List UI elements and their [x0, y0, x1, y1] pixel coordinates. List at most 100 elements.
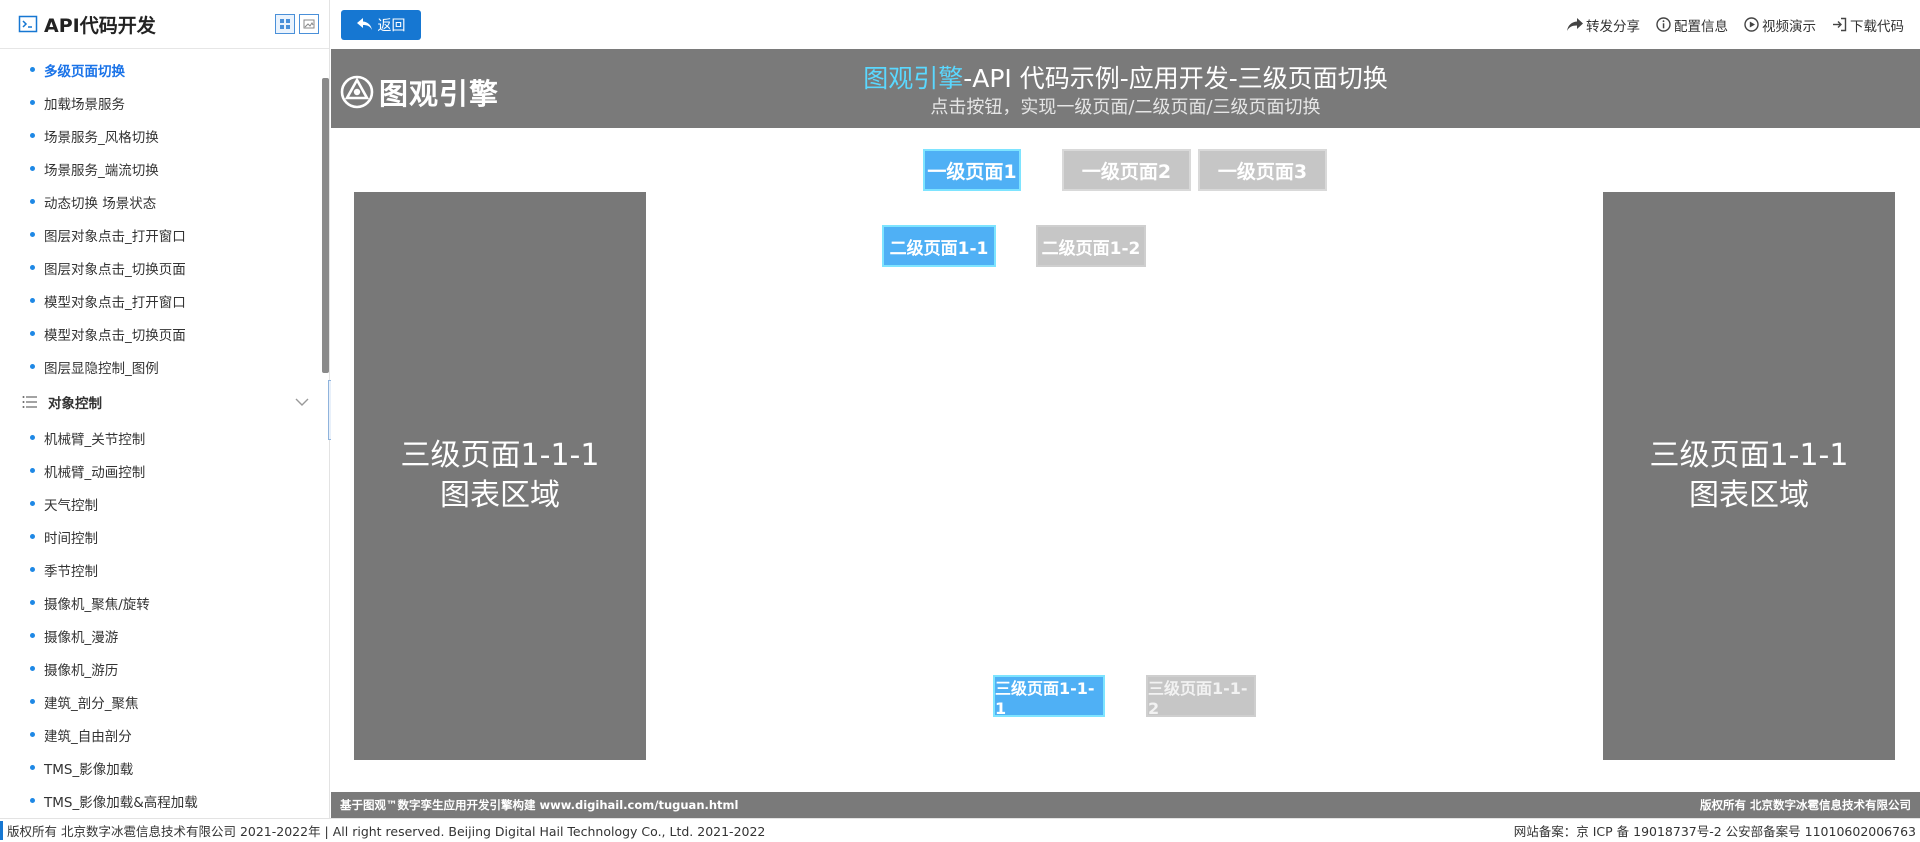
sidebar-list: 多级页面切换 加载场景服务 场景服务_风格切换 场景服务_端流切换 动态切换 场… — [0, 49, 329, 817]
sidebar-item[interactable]: 加载场景服务 — [0, 86, 329, 119]
back-arrow-icon — [356, 18, 372, 30]
sidebar: API代码开发 多级页面切换 加载场景服务 场景服务_风格切换 场景服务_端流切… — [0, 0, 330, 818]
sidebar-item[interactable]: 摄像机_聚焦/旋转 — [0, 586, 329, 619]
sidebar-item[interactable]: 图层对象点击_切换页面 — [0, 251, 329, 284]
sidebar-item[interactable]: 机械臂_关节控制 — [0, 421, 329, 454]
sidebar-group-object-control[interactable]: 对象控制 — [0, 383, 329, 421]
sidebar-item-label: 动态切换 场景状态 — [44, 195, 157, 212]
bullet-icon — [30, 468, 35, 473]
share-icon — [1567, 17, 1583, 31]
download-code-link-label: 下载代码 — [1850, 18, 1904, 35]
bullet-icon — [30, 666, 35, 671]
sidebar-item-label: 季节控制 — [44, 563, 98, 580]
sidebar-item[interactable]: 机械臂_动画控制 — [0, 454, 329, 487]
bullet-icon — [30, 331, 35, 336]
sidebar-group-label: 对象控制 — [48, 396, 102, 412]
demo-subtitle: 点击按钮，实现一级页面/二级页面/三级页面切换 — [930, 97, 1321, 118]
sidebar-item[interactable]: 天气控制 — [0, 487, 329, 520]
share-link[interactable]: 转发分享 — [1567, 15, 1640, 35]
sidebar-item-label: 建筑_剖分_聚焦 — [44, 695, 139, 712]
sidebar-item[interactable]: 季节控制 — [0, 553, 329, 586]
back-button[interactable]: 返回 — [341, 9, 421, 40]
icp-record-text: 网站备案：京 ICP 备 19018737号-2 公安部备案号 11010602… — [1513, 824, 1916, 839]
sidebar-item[interactable]: TMS_影像加载 — [0, 751, 329, 784]
config-info-link[interactable]: 配置信息 — [1656, 15, 1728, 35]
demo-footer-right: 版权所有 北京数字冰雹信息技术有限公司 — [1699, 798, 1911, 812]
level2-page1-2-button[interactable]: 二级页面1-2 — [1036, 225, 1146, 267]
sidebar-item-label: 建筑_自由剖分 — [44, 728, 132, 745]
sidebar-item-label: 天气控制 — [44, 497, 98, 514]
image-view-button[interactable] — [299, 14, 319, 34]
sidebar-item[interactable]: 多级页面切换 — [0, 53, 329, 86]
top-toolbar: 返回 转发分享 配置信息 视频演示 下载代码 — [331, 0, 1920, 49]
play-icon — [1744, 17, 1759, 32]
demo-area: 图观引擎 图观引擎-API 代码示例-应用开发-三级页面切换 点击按钮，实现一级… — [331, 49, 1920, 818]
download-icon — [1833, 17, 1847, 32]
config-info-link-label: 配置信息 — [1674, 18, 1728, 35]
sidebar-item[interactable]: 摄像机_游历 — [0, 652, 329, 685]
level1-page3-button[interactable]: 一级页面3 — [1198, 149, 1327, 191]
level1-page2-button[interactable]: 一级页面2 — [1062, 149, 1191, 191]
bullet-icon — [30, 166, 35, 171]
sidebar-item-label: 图层显隐控制_图例 — [44, 360, 159, 377]
bullet-icon — [30, 199, 35, 204]
sidebar-item-label: 摄像机_游历 — [44, 662, 119, 679]
sidebar-item[interactable]: 场景服务_风格切换 — [0, 119, 329, 152]
sidebar-header: API代码开发 — [0, 0, 329, 49]
sidebar-item[interactable]: 摄像机_漫游 — [0, 619, 329, 652]
download-code-link[interactable]: 下载代码 — [1832, 15, 1904, 35]
sidebar-item[interactable]: 图层对象点击_打开窗口 — [0, 218, 329, 251]
sidebar-title: API代码开发 — [44, 14, 156, 37]
level1-page1-button[interactable]: 一级页面1 — [923, 149, 1021, 191]
bullet-icon — [30, 435, 35, 440]
demo-title: 图观引擎-API 代码示例-应用开发-三级页面切换 — [331, 59, 1920, 95]
level3-page1-1-1-button[interactable]: 三级页面1-1-1 — [993, 675, 1105, 718]
list-icon — [22, 396, 37, 408]
demo-title-rest: -API 代码示例-应用开发-三级页面切换 — [963, 64, 1388, 93]
sidebar-item-label: 模型对象点击_打开窗口 — [44, 294, 186, 311]
sidebar-scrollbar[interactable] — [322, 78, 329, 373]
sidebar-item[interactable]: 动态切换 场景状态 — [0, 185, 329, 218]
demo-footer: 基于图观™数字孪生应用开发引擎构建 www.digihail.com/tugua… — [331, 792, 1920, 818]
bullet-icon — [30, 699, 35, 704]
sidebar-item-label: 场景服务_端流切换 — [44, 162, 159, 179]
sidebar-item[interactable]: 图层显隐控制_图例 — [0, 350, 329, 383]
sidebar-item[interactable]: 模型对象点击_打开窗口 — [0, 284, 329, 317]
left-chart-panel: 三级页面1-1-1 图表区域 — [354, 192, 646, 760]
right-panel-line1: 三级页面1-1-1 — [1649, 438, 1849, 473]
bullet-icon — [30, 100, 35, 105]
page-footer: 版权所有 北京数字冰雹信息技术有限公司 2021-2022年 | All rig… — [0, 818, 1920, 842]
sidebar-item-label: 场景服务_风格切换 — [44, 129, 159, 146]
sidebar-item[interactable]: 模型对象点击_切换页面 — [0, 317, 329, 350]
copyright-text: 版权所有 北京数字冰雹信息技术有限公司 2021-2022年 | All rig… — [0, 821, 765, 840]
sidebar-item[interactable]: TMS_影像加载&高程加载 — [0, 784, 329, 817]
sidebar-item-label: 图层对象点击_切换页面 — [44, 261, 186, 278]
video-demo-link[interactable]: 视频演示 — [1744, 15, 1816, 35]
image-icon — [303, 19, 315, 29]
share-link-label: 转发分享 — [1586, 18, 1640, 35]
grid-view-button[interactable] — [275, 14, 295, 34]
left-panel-line1: 三级页面1-1-1 — [400, 438, 600, 473]
bullet-icon — [30, 600, 35, 605]
bullet-icon — [30, 732, 35, 737]
sidebar-item-label: 加载场景服务 — [44, 96, 125, 113]
toolbar-links: 转发分享 配置信息 视频演示 下载代码 — [1567, 15, 1904, 35]
sidebar-item-label: TMS_影像加载 — [44, 761, 134, 778]
sidebar-item-label: TMS_影像加载&高程加载 — [44, 794, 198, 811]
demo-footer-left: 基于图观™数字孪生应用开发引擎构建 www.digihail.com/tugua… — [340, 798, 739, 812]
level2-page1-1-button[interactable]: 二级页面1-1 — [882, 225, 996, 267]
right-panel-line2: 图表区域 — [1689, 478, 1809, 513]
bullet-icon — [30, 534, 35, 539]
sidebar-item[interactable]: 时间控制 — [0, 520, 329, 553]
sidebar-item[interactable]: 建筑_自由剖分 — [0, 718, 329, 751]
sidebar-item[interactable]: 场景服务_端流切换 — [0, 152, 329, 185]
grid-icon — [280, 19, 290, 29]
bullet-icon — [30, 67, 35, 72]
bullet-icon — [30, 265, 35, 270]
bullet-icon — [30, 765, 35, 770]
level3-page1-1-2-button[interactable]: 三级页面1-1-2 — [1146, 675, 1256, 718]
sidebar-item-label: 机械臂_动画控制 — [44, 464, 146, 481]
sidebar-item[interactable]: 建筑_剖分_聚焦 — [0, 685, 329, 718]
sidebar-item-label: 摄像机_聚焦/旋转 — [44, 596, 150, 613]
bullet-icon — [30, 133, 35, 138]
